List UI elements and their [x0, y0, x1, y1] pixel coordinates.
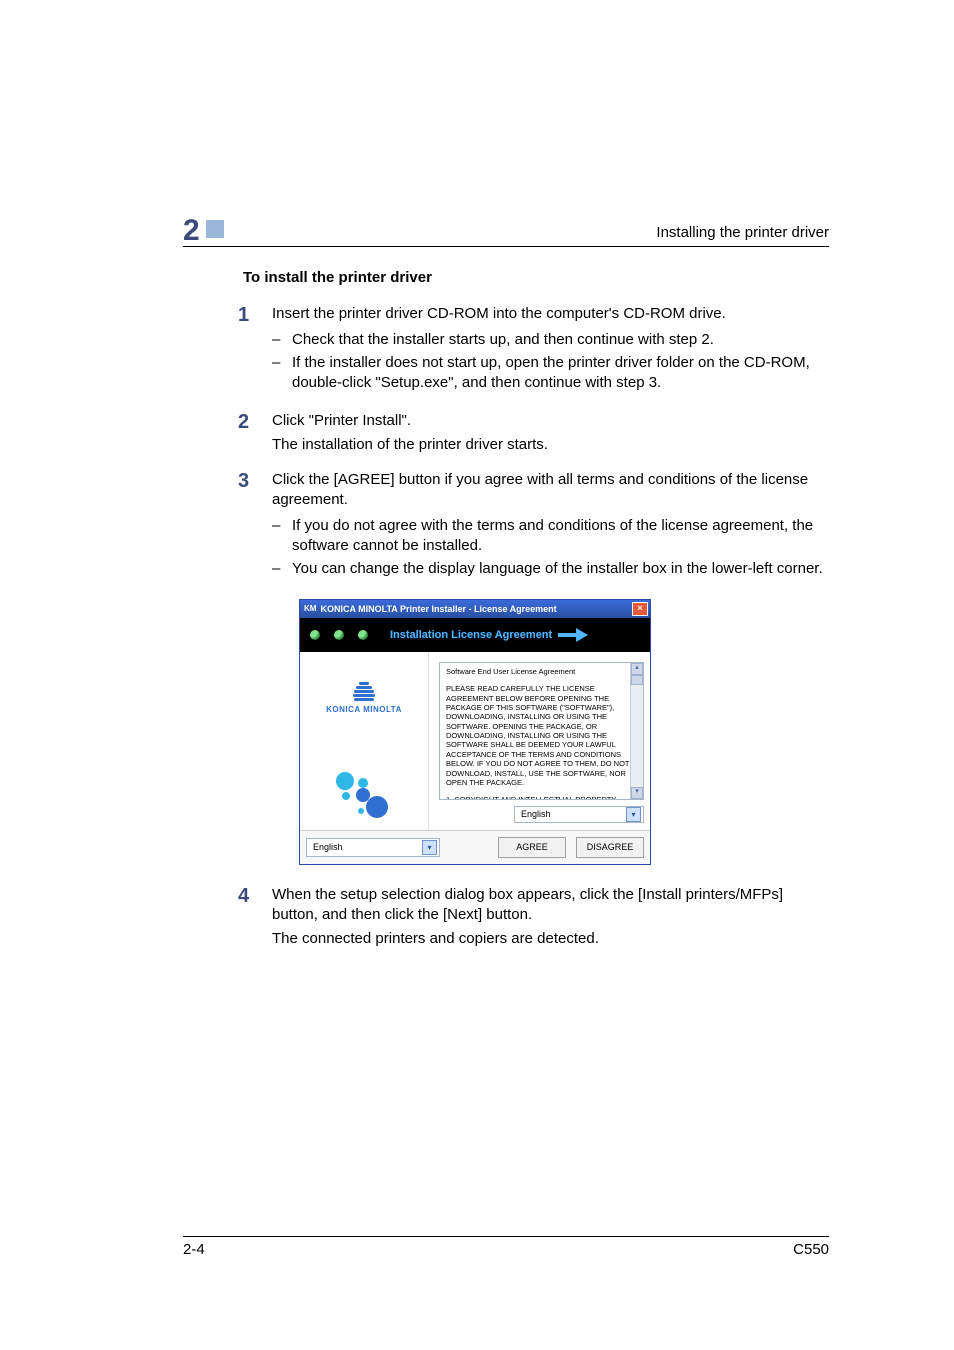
- chevron-down-icon: ▾: [427, 843, 431, 852]
- banner-dot-icon: [310, 630, 320, 640]
- splash-art-icon: [336, 772, 392, 820]
- footer-language-value: English: [313, 842, 343, 852]
- step-number-2: 2: [238, 411, 272, 456]
- step-number-1: 1: [238, 304, 272, 395]
- step-number-3: 3: [238, 470, 272, 581]
- scroll-thumb[interactable]: [631, 675, 643, 685]
- brand-text: KONICA MINOLTA: [326, 705, 402, 714]
- page-number: 2-4: [183, 1241, 205, 1258]
- scroll-up-button[interactable]: ▴: [631, 663, 643, 675]
- eula-section-title: 1. COPYRIGHT AND INTELLECTUAL PROPERTY R…: [446, 795, 639, 800]
- footer-language-select[interactable]: English ▾: [306, 838, 440, 857]
- eula-heading: Software End User License Agreement: [446, 667, 639, 676]
- section-heading: To install the printer driver: [243, 269, 829, 286]
- chevron-up-icon: ▴: [635, 664, 639, 673]
- scroll-down-button[interactable]: ▾: [631, 787, 643, 799]
- banner-title: Installation License Agreement: [390, 629, 552, 641]
- window-icon: KM: [304, 604, 316, 613]
- window-banner: Installation License Agreement: [300, 618, 650, 652]
- close-button[interactable]: ×: [632, 602, 648, 616]
- step-4-text: When the setup selection dialog box appe…: [272, 886, 783, 923]
- scrollbar[interactable]: ▴ ▾: [630, 663, 643, 799]
- window-titlebar[interactable]: KM KONICA MINOLTA Printer Installer - Li…: [300, 600, 650, 618]
- step-3-text: Click the [AGREE] button if you agree wi…: [272, 471, 808, 508]
- step-2-text: Click "Printer Install".: [272, 412, 411, 429]
- chevron-down-icon: ▾: [635, 788, 639, 797]
- step-1-bullet-1: Check that the installer starts up, and …: [272, 330, 829, 350]
- banner-dot-icon: [358, 630, 368, 640]
- header-rule: [183, 246, 829, 247]
- close-icon: ×: [637, 604, 642, 613]
- eula-language-select[interactable]: English ▾: [514, 806, 644, 823]
- step-3-bullet-1: If you do not agree with the terms and c…: [272, 516, 829, 557]
- chevron-down-icon: ▾: [631, 810, 635, 819]
- arrow-icon: [558, 628, 594, 642]
- disagree-button[interactable]: DISAGREE: [576, 837, 644, 858]
- banner-dot-icon: [334, 630, 344, 640]
- chapter-color-swatch: [206, 220, 224, 238]
- konica-minolta-logo-icon: [326, 682, 402, 701]
- step-2-after: The installation of the printer driver s…: [272, 435, 829, 455]
- eula-language-value: English: [521, 809, 551, 819]
- model-number: C550: [793, 1241, 829, 1258]
- installer-window: KM KONICA MINOLTA Printer Installer - Li…: [299, 599, 651, 865]
- step-number-4: 4: [238, 885, 272, 950]
- step-3-bullet-2: You can change the display language of t…: [272, 559, 829, 579]
- step-4-after: The connected printers and copiers are d…: [272, 929, 829, 949]
- step-1-text: Insert the printer driver CD-ROM into th…: [272, 305, 726, 322]
- eula-textbox[interactable]: Software End User License Agreement PLEA…: [439, 662, 644, 800]
- dropdown-button[interactable]: ▾: [422, 840, 437, 855]
- window-footer: English ▾ AGREE DISAGREE: [300, 830, 650, 864]
- chapter-number: 2: [183, 214, 200, 247]
- dropdown-button[interactable]: ▾: [626, 807, 641, 822]
- agree-button[interactable]: AGREE: [498, 837, 566, 858]
- eula-paragraph-1: PLEASE READ CAREFULLY THE LICENSE AGREEM…: [446, 684, 639, 787]
- window-title-text: KONICA MINOLTA Printer Installer - Licen…: [320, 604, 628, 614]
- step-1-bullet-2: If the installer does not start up, open…: [272, 353, 829, 394]
- window-sidebar: KONICA MINOLTA: [300, 652, 428, 830]
- page-header-title: Installing the printer driver: [656, 224, 829, 241]
